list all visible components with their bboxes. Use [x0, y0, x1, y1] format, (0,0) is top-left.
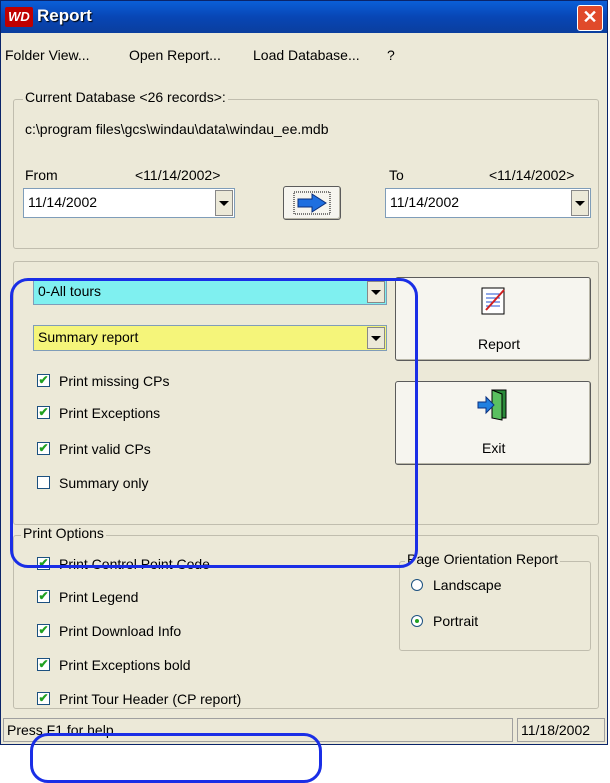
app-logo-icon: WD: [5, 7, 33, 27]
menu-folder-view[interactable]: Folder View...: [5, 47, 90, 63]
menu-bar: Folder View... Open Report... Load Datab…: [1, 43, 607, 65]
title-bar[interactable]: WD Report ✕: [1, 1, 607, 33]
to-date-select[interactable]: 11/14/2002: [385, 188, 591, 218]
exit-button-label: Exit: [482, 440, 506, 456]
window-title: Report: [37, 6, 92, 25]
checkbox-label: Print Exceptions bold: [59, 657, 191, 673]
arrow-right-icon: [293, 191, 331, 215]
report-icon: [481, 287, 505, 315]
checkbox-label: Print Tour Header (CP report): [59, 691, 242, 707]
from-date-value: 11/14/2002: [28, 194, 98, 210]
from-label: From: [25, 167, 58, 183]
to-date-value: 11/14/2002: [390, 194, 460, 210]
close-button[interactable]: ✕: [577, 5, 603, 31]
radio-icon[interactable]: [411, 615, 423, 627]
status-date: 11/18/2002: [517, 718, 605, 742]
annotation-outline: [10, 278, 418, 568]
menu-load-database[interactable]: Load Database...: [253, 47, 360, 63]
checkbox-icon[interactable]: ✔: [37, 692, 50, 705]
current-database-label: Current Database <26 records>:: [23, 89, 228, 105]
chevron-down-icon[interactable]: [215, 190, 233, 216]
from-hint: <11/14/2002>: [135, 167, 221, 183]
page-orientation-label: Page Orientation Report: [405, 551, 560, 567]
radio-label: Portrait: [433, 613, 479, 629]
chevron-down-icon[interactable]: [571, 190, 589, 216]
checkbox-icon[interactable]: ✔: [37, 624, 50, 637]
from-date-select[interactable]: 11/14/2002: [23, 188, 235, 218]
checkbox-label: Print Download Info: [59, 623, 182, 639]
report-button-label: Report: [478, 336, 521, 352]
annotation-outline: [30, 733, 322, 783]
exit-button[interactable]: Exit: [395, 381, 591, 465]
checkbox-label: Print Legend: [59, 589, 139, 605]
report-button[interactable]: Report: [395, 277, 591, 361]
menu-help[interactable]: ?: [387, 47, 395, 63]
radio-label: Landscape: [433, 577, 502, 593]
database-path: c:\program files\gcs\windau\data\windau_…: [25, 121, 329, 137]
apply-date-range-button[interactable]: [283, 186, 341, 220]
menu-open-report[interactable]: Open Report...: [129, 47, 221, 63]
exit-door-icon: [477, 389, 507, 421]
page-orientation-group: [399, 561, 591, 651]
to-label: To: [389, 167, 404, 183]
checkbox-icon[interactable]: ✔: [37, 658, 50, 671]
checkbox-icon[interactable]: ✔: [37, 590, 50, 603]
to-hint: <11/14/2002>: [489, 167, 575, 183]
close-icon: ✕: [582, 7, 598, 27]
radio-icon[interactable]: [411, 579, 423, 591]
